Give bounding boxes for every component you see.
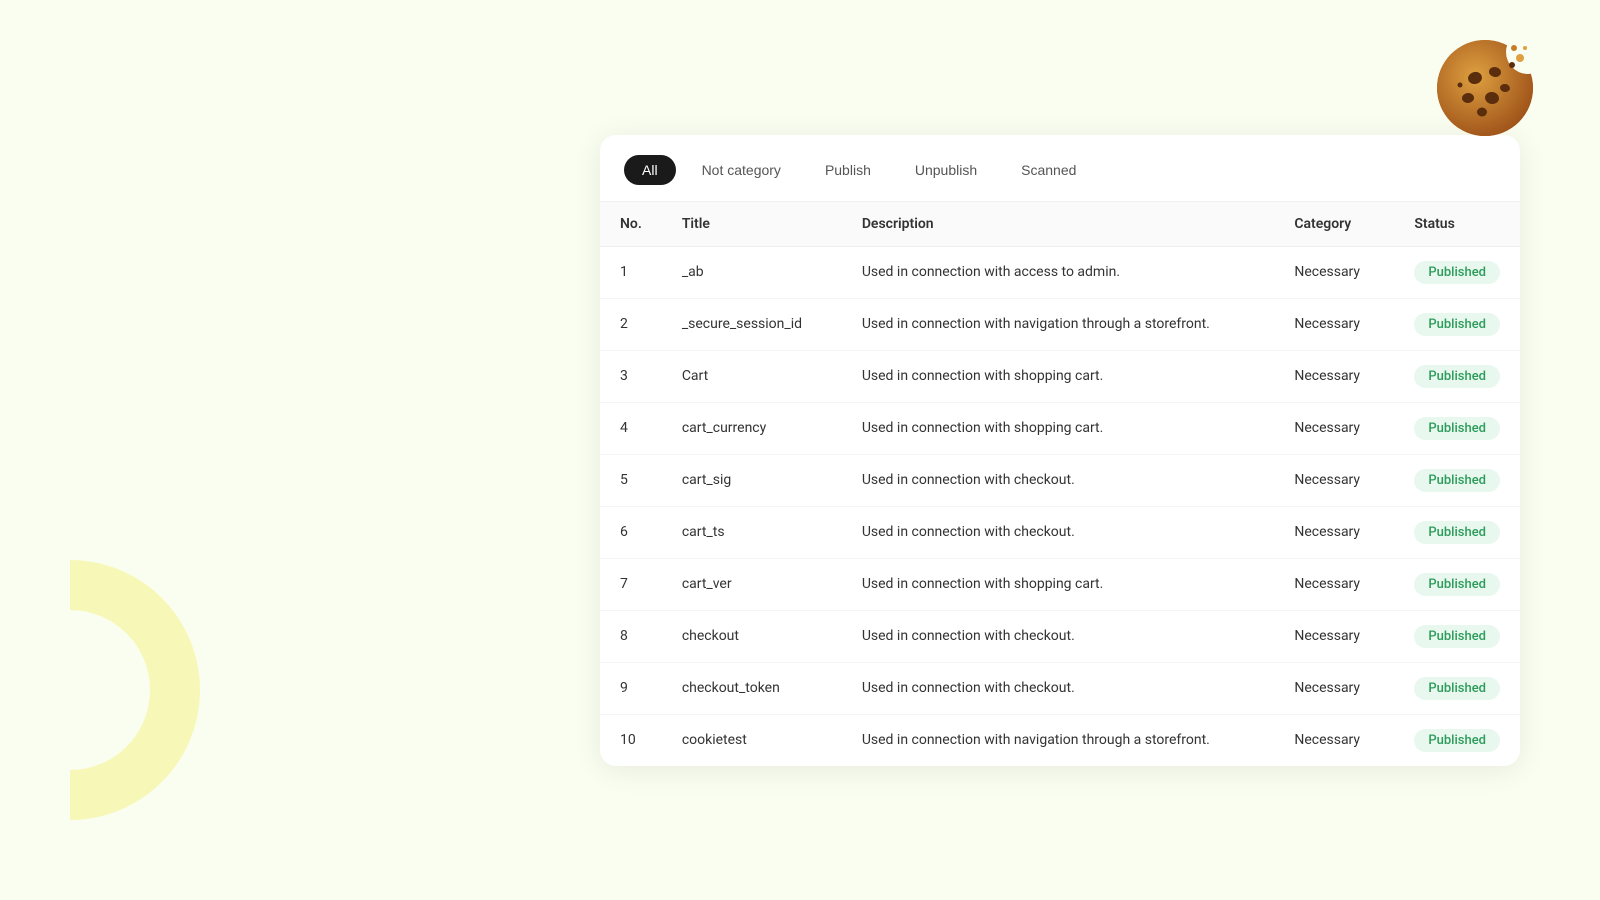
page-layout: All Not category Publish Unpublish Scanned N… — [0, 0, 1600, 900]
row-title: _secure_session_id — [662, 298, 842, 350]
row-title: Cart — [662, 350, 842, 402]
status-badge: Published — [1414, 625, 1500, 648]
filter-tab-not-category[interactable]: Not category — [684, 155, 799, 185]
row-number: 5 — [600, 454, 662, 506]
table-row[interactable]: 10cookietestUsed in connection with navi… — [600, 714, 1520, 766]
status-badge: Published — [1414, 417, 1500, 440]
table-body: 1_abUsed in connection with access to ad… — [600, 246, 1520, 766]
filter-tab-scanned[interactable]: Scanned — [1003, 155, 1094, 185]
cookie-icon — [1430, 30, 1540, 140]
main-headline — [80, 80, 520, 200]
status-badge: Published — [1414, 521, 1500, 544]
row-category: Necessary — [1274, 402, 1394, 454]
row-category: Necessary — [1274, 454, 1394, 506]
status-badge: Published — [1414, 313, 1500, 336]
row-status: Published — [1394, 558, 1520, 610]
row-status: Published — [1394, 454, 1520, 506]
row-number: 1 — [600, 246, 662, 298]
table-col-title: Title — [662, 202, 842, 247]
row-description: Used in connection with navigation throu… — [842, 298, 1275, 350]
table-row[interactable]: 6cart_tsUsed in connection with checkout… — [600, 506, 1520, 558]
row-description: Used in connection with checkout. — [842, 454, 1275, 506]
filter-tab-unpublish[interactable]: Unpublish — [897, 155, 995, 185]
row-number: 8 — [600, 610, 662, 662]
row-number: 2 — [600, 298, 662, 350]
row-category: Necessary — [1274, 558, 1394, 610]
table-row[interactable]: 2_secure_session_idUsed in connection wi… — [600, 298, 1520, 350]
table-card: All Not category Publish Unpublish Scanned N… — [600, 135, 1520, 766]
row-status: Published — [1394, 610, 1520, 662]
table-col-no-: No. — [600, 202, 662, 247]
row-status: Published — [1394, 714, 1520, 766]
row-description: Used in connection with shopping cart. — [842, 350, 1275, 402]
row-category: Necessary — [1274, 610, 1394, 662]
row-description: Used in connection with checkout. — [842, 506, 1275, 558]
row-description: Used in connection with shopping cart. — [842, 402, 1275, 454]
row-category: Necessary — [1274, 714, 1394, 766]
table-row[interactable]: 1_abUsed in connection with access to ad… — [600, 246, 1520, 298]
row-description: Used in connection with checkout. — [842, 662, 1275, 714]
table-col-status: Status — [1394, 202, 1520, 247]
filter-tab-all[interactable]: All — [624, 155, 676, 185]
row-number: 4 — [600, 402, 662, 454]
row-number: 7 — [600, 558, 662, 610]
row-category: Necessary — [1274, 506, 1394, 558]
status-badge: Published — [1414, 677, 1500, 700]
row-number: 10 — [600, 714, 662, 766]
status-badge: Published — [1414, 261, 1500, 284]
row-status: Published — [1394, 506, 1520, 558]
row-status: Published — [1394, 350, 1520, 402]
row-category: Necessary — [1274, 662, 1394, 714]
table-col-description: Description — [842, 202, 1275, 247]
table-header-row: No.TitleDescriptionCategoryStatus — [600, 202, 1520, 247]
table-row[interactable]: 5cart_sigUsed in connection with checkou… — [600, 454, 1520, 506]
row-title: _ab — [662, 246, 842, 298]
table-row[interactable]: 9checkout_tokenUsed in connection with c… — [600, 662, 1520, 714]
filter-bar: All Not category Publish Unpublish Scanned — [600, 135, 1520, 202]
table-row[interactable]: 4cart_currencyUsed in connection with sh… — [600, 402, 1520, 454]
status-badge: Published — [1414, 365, 1500, 388]
table-row[interactable]: 7cart_verUsed in connection with shoppin… — [600, 558, 1520, 610]
table-row[interactable]: 8checkoutUsed in connection with checkou… — [600, 610, 1520, 662]
row-number: 9 — [600, 662, 662, 714]
row-title: cart_ver — [662, 558, 842, 610]
row-title: checkout_token — [662, 662, 842, 714]
table-row[interactable]: 3CartUsed in connection with shopping ca… — [600, 350, 1520, 402]
data-table: No.TitleDescriptionCategoryStatus 1_abUs… — [600, 202, 1520, 766]
row-category: Necessary — [1274, 350, 1394, 402]
row-title: cart_sig — [662, 454, 842, 506]
right-panel: All Not category Publish Unpublish Scanned N… — [580, 0, 1600, 900]
row-status: Published — [1394, 298, 1520, 350]
row-title: cart_ts — [662, 506, 842, 558]
row-status: Published — [1394, 246, 1520, 298]
row-description: Used in connection with access to admin. — [842, 246, 1275, 298]
status-badge: Published — [1414, 729, 1500, 752]
row-title: checkout — [662, 610, 842, 662]
row-description: Used in connection with navigation throu… — [842, 714, 1275, 766]
row-number: 6 — [600, 506, 662, 558]
row-category: Necessary — [1274, 298, 1394, 350]
left-panel — [0, 0, 580, 900]
arc-decoration — [0, 560, 200, 820]
filter-tab-publish[interactable]: Publish — [807, 155, 889, 185]
table-col-category: Category — [1274, 202, 1394, 247]
row-description: Used in connection with shopping cart. — [842, 558, 1275, 610]
row-description: Used in connection with checkout. — [842, 610, 1275, 662]
row-title: cart_currency — [662, 402, 842, 454]
row-status: Published — [1394, 662, 1520, 714]
row-number: 3 — [600, 350, 662, 402]
row-category: Necessary — [1274, 246, 1394, 298]
row-title: cookietest — [662, 714, 842, 766]
status-badge: Published — [1414, 469, 1500, 492]
row-status: Published — [1394, 402, 1520, 454]
status-badge: Published — [1414, 573, 1500, 596]
